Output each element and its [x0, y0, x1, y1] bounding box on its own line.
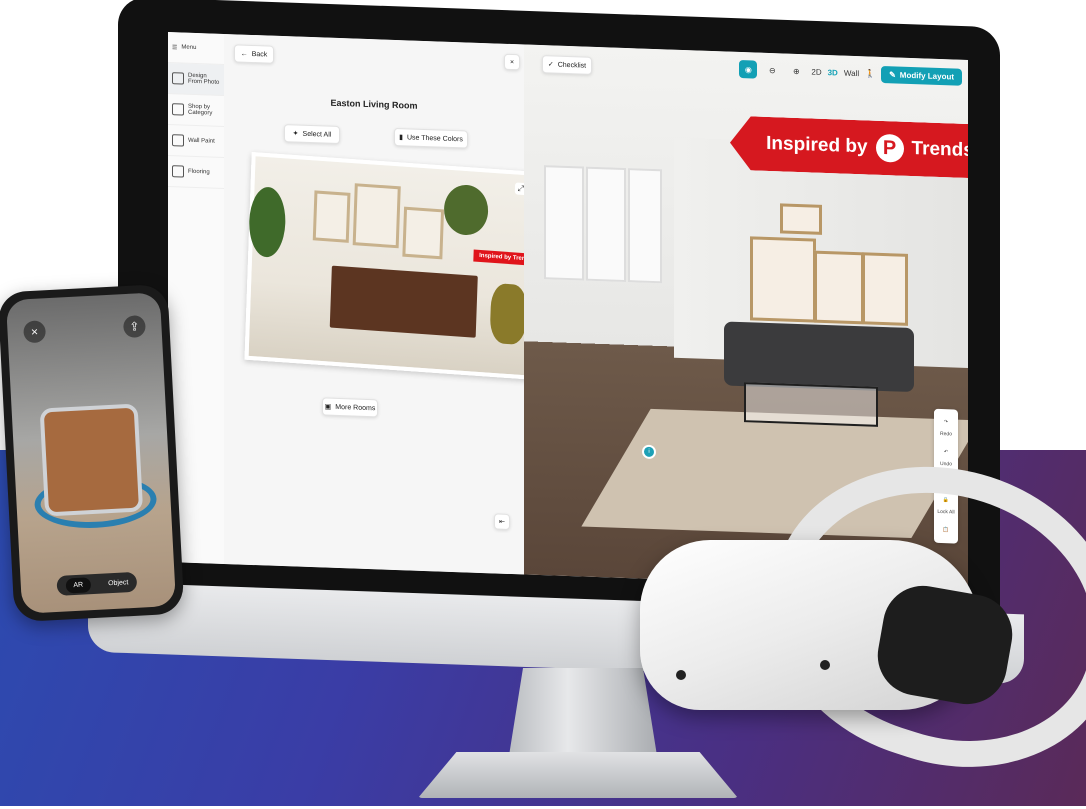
collapse-panel-button[interactable]: ⇤ [494, 513, 510, 530]
select-all-label: Select All [302, 130, 332, 139]
view-2d-toggle[interactable]: 2D [811, 67, 821, 76]
redo-label: Redo [940, 430, 952, 438]
banner-right-text: Trends [911, 137, 968, 162]
menu-item-label: Shop by Category [188, 103, 213, 117]
photo-plant [248, 185, 287, 259]
wall-art-frame [750, 236, 816, 323]
banner-left-text: Inspired by [766, 132, 868, 158]
menu-item-label: Wall Paint [188, 137, 215, 145]
wall-toggle[interactable]: Wall [844, 68, 859, 78]
checklist-icon: ✓ [547, 61, 554, 69]
close-icon: × [509, 58, 515, 66]
more-rooms-label: More Rooms [335, 403, 376, 412]
photo-art-frame [352, 183, 401, 249]
ar-mode-button[interactable]: AR [65, 576, 92, 594]
wall-art-frame [814, 250, 864, 325]
edit-icon: ✎ [889, 69, 896, 79]
view-3d-toggle[interactable]: 3D [828, 68, 838, 77]
zoom-in-icon[interactable]: ⊕ [787, 62, 805, 81]
share-icon[interactable]: ⇪ [122, 314, 147, 339]
phone-ar-screen: × ⇪ AR Object [5, 292, 177, 614]
back-button[interactable]: ← Back [234, 44, 274, 64]
hamburger-icon: ☰ [172, 44, 178, 51]
paint-bucket-icon: ▮ [399, 134, 403, 142]
photo-planter [489, 282, 528, 346]
undo-icon: ↶ [943, 449, 949, 456]
menu-item-label: Flooring [188, 168, 210, 176]
sofa-icon [172, 103, 184, 116]
checklist-button[interactable]: ✓ Checklist [542, 55, 592, 75]
photo-sideboard [329, 265, 478, 338]
use-colors-label: Use These Colors [406, 133, 463, 143]
checklist-label: Checklist [557, 61, 587, 70]
menu-item-shop-by-category[interactable]: Shop by Category [168, 94, 224, 127]
wand-icon: ✦ [292, 130, 299, 138]
wall-art-frame [780, 203, 822, 235]
menu-item-flooring[interactable]: Flooring [168, 156, 224, 189]
select-all-button[interactable]: ✦ Select All [284, 124, 340, 145]
menu-title: Menu [181, 44, 197, 52]
object-mode-button[interactable]: Object [108, 579, 129, 587]
view-toolbar: ◉ ⊖ ⊕ 2D 3D Wall 🚶 ✎ Modify Layout [739, 59, 962, 86]
menu-item-design-from-photo[interactable]: Design From Photo [168, 63, 224, 96]
headset-camera [820, 660, 830, 670]
room-window [544, 165, 584, 281]
inspired-by-banner: Inspired by P Trends [730, 116, 968, 179]
photo-art-frame [402, 206, 445, 260]
walk-icon[interactable]: 🚶 [865, 69, 875, 78]
redo-icon: ↷ [943, 419, 949, 426]
ar-chair-model[interactable] [39, 403, 144, 517]
camera-icon[interactable]: ◉ [739, 59, 758, 79]
phone-device: × ⇪ AR Object [0, 283, 185, 623]
room-title: Easton Living Room [330, 97, 418, 111]
design-panel: ← Back × Easton Living Room ✦ Select All ▮… [224, 33, 540, 575]
ar-object-toggle[interactable]: AR Object [56, 571, 138, 596]
info-hotspot-icon[interactable]: i [642, 444, 656, 460]
room-window [628, 168, 662, 284]
modify-layout-button[interactable]: ✎ Modify Layout [881, 65, 962, 86]
collapse-icon: ⇤ [499, 518, 505, 526]
photo-plant [443, 183, 489, 237]
close-button[interactable]: × [504, 53, 520, 71]
redo-button[interactable]: ↷ Redo [934, 413, 958, 444]
arrow-left-icon: ← [240, 50, 248, 58]
menu-toggle[interactable]: ☰ Menu [168, 32, 224, 65]
more-rooms-button[interactable]: ▣ More Rooms [322, 397, 378, 418]
inspiration-photo[interactable]: Inspired by Trends ⤢ [244, 151, 540, 380]
back-label: Back [251, 50, 268, 58]
wall-art-frame [862, 252, 908, 326]
close-icon[interactable]: × [23, 320, 47, 344]
photo-icon [172, 72, 184, 85]
use-these-colors-button[interactable]: ▮ Use These Colors [394, 127, 468, 149]
monitor-stand-neck [508, 668, 658, 762]
rooms-icon: ▣ [324, 403, 332, 411]
flooring-icon [172, 165, 184, 178]
room-window [586, 166, 626, 283]
menu-item-label: Design From Photo [188, 72, 220, 86]
pinterest-icon: P [876, 134, 904, 163]
zoom-out-icon[interactable]: ⊖ [763, 61, 781, 80]
menu-item-wall-paint[interactable]: Wall Paint [168, 125, 224, 158]
room-coffee-table[interactable] [744, 382, 878, 427]
paint-icon [172, 134, 184, 147]
headset-camera [676, 670, 686, 680]
photo-art-frame [312, 190, 351, 243]
monitor-stand-foot [418, 752, 738, 798]
modify-layout-label: Modify Layout [899, 70, 954, 81]
